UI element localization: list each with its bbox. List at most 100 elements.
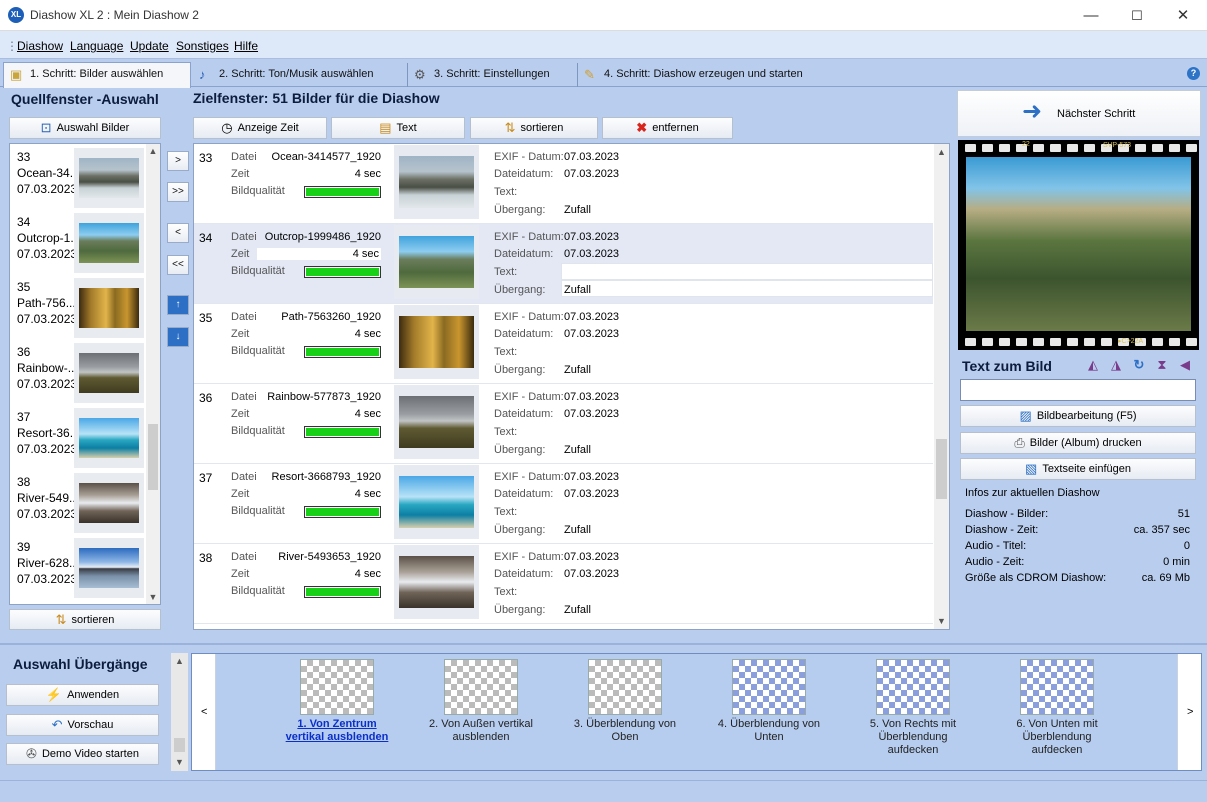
select-images-button[interactable]: ⊡ Auswahl Bilder (9, 117, 161, 139)
transition-value[interactable]: Zufall (564, 204, 591, 216)
insert-textpage-button[interactable]: ▧ Textseite einfügen (960, 458, 1196, 480)
transitions-next-button[interactable]: > (1177, 654, 1201, 770)
transition-item[interactable]: 6. Von Unten mit Überblendung aufdecken (997, 659, 1117, 757)
file-label: Datei (231, 391, 257, 403)
tab-step-2[interactable]: ♪ 2. Schritt: Ton/Musik auswählen (193, 63, 408, 87)
maximize-button[interactable]: ☐ (1114, 0, 1160, 31)
menu-language[interactable]: Language (70, 39, 123, 53)
remove-one-button[interactable]: < (167, 223, 189, 243)
transitions-prev-button[interactable]: < (192, 654, 216, 770)
time-value[interactable]: 4 sec (355, 568, 381, 580)
scroll-up-icon[interactable]: ▲ (146, 146, 160, 156)
scroll-down-icon[interactable]: ▼ (171, 757, 188, 767)
table-row[interactable]: 35 Datei Path-7563260_1920 Zeit 4 sec Bildqua… (194, 304, 933, 384)
scroll-down-icon[interactable]: ▼ (934, 616, 949, 626)
tab-step-3[interactable]: ⚙ 3. Schritt: Einstellungen (408, 63, 578, 87)
transition-value[interactable]: Zufall (564, 524, 591, 536)
source-item[interactable]: 33 Ocean-34... 07.03.2023 (10, 146, 146, 211)
source-scrollbar[interactable]: ▲ ▼ (146, 144, 160, 604)
add-one-button[interactable]: > (167, 151, 189, 171)
next-step-label: Nächster Schritt (1057, 108, 1136, 120)
tab-step-4[interactable]: ✎ 4. Schritt: Diashow erzeugen und start… (578, 63, 838, 87)
menu-diashow[interactable]: Diashow (17, 39, 63, 53)
tab-step-1[interactable]: ▣ 1. Schritt: Bilder auswählen (3, 62, 191, 88)
source-item[interactable]: 38 River-549... 07.03.2023 (10, 471, 146, 536)
time-value[interactable]: 4 sec (257, 248, 381, 260)
menu-sonstiges[interactable]: Sonstiges (176, 39, 229, 53)
transition-value[interactable]: Zufall (564, 604, 591, 616)
menu-update[interactable]: Update (130, 39, 169, 53)
menu-hilfe[interactable]: Hilfe (234, 39, 258, 53)
transition-item[interactable]: 4. Überblendung von Unten (709, 659, 829, 744)
table-row[interactable]: 37 Datei Resort-3668793_1920 Zeit 4 sec Bildq… (194, 464, 933, 544)
scroll-down-icon[interactable]: ▼ (146, 592, 160, 602)
close-button[interactable]: ✕ (1160, 0, 1206, 31)
rotate-icon[interactable]: ↻ (1130, 356, 1148, 374)
help-icon[interactable]: ? (1187, 67, 1200, 80)
transition-item[interactable]: 1. Von Zentrum vertikal ausblenden (277, 659, 397, 744)
table-row[interactable]: 33 Datei Ocean-3414577_1920 Zeit 4 sec Bildqu… (194, 144, 933, 224)
time-value[interactable]: 4 sec (355, 488, 381, 500)
table-row[interactable]: 34 Datei Outcrop-1999486_1920 Zeit 4 sec Bild… (194, 224, 933, 304)
transition-value[interactable]: Zufall (564, 284, 591, 296)
row-text-field[interactable] (561, 263, 933, 280)
image-text-input[interactable] (960, 379, 1196, 401)
exif-value: 07.03.2023 (564, 391, 620, 403)
transitions-gallery[interactable]: < 1. Von Zentrum vertikal ausblenden 2. V… (191, 653, 1202, 771)
source-item[interactable]: 36 Rainbow-... 07.03.2023 (10, 341, 146, 406)
table-row[interactable]: 36 Datei Rainbow-577873_1920 Zeit 4 sec Bildq… (194, 384, 933, 464)
transition-item[interactable]: 2. Von Außen vertikal ausblenden (421, 659, 541, 744)
row-thumbnail (394, 225, 479, 299)
transition-value[interactable]: Zufall (564, 444, 591, 456)
preview-button[interactable]: ↶ Vorschau (6, 714, 159, 736)
transition-value[interactable]: Zufall (564, 364, 591, 376)
apply-button[interactable]: ⚡ Anwenden (6, 684, 159, 706)
source-item[interactable]: 39 River-628... 07.03.2023 (10, 536, 146, 601)
minimize-button[interactable]: — (1068, 0, 1114, 31)
scroll-thumb[interactable] (148, 424, 158, 490)
film-sprocket (1186, 144, 1197, 152)
scroll-up-icon[interactable]: ▲ (171, 656, 188, 666)
flip-left-icon[interactable]: ◭ (1084, 356, 1102, 374)
time-value[interactable]: 4 sec (355, 328, 381, 340)
exif-label: EXIF - Datum: (494, 551, 564, 563)
film-reel-icon: ✇ (26, 746, 37, 761)
source-sort-button[interactable]: ⇅ sortieren (9, 609, 161, 630)
demo-video-button[interactable]: ✇ Demo Video starten (6, 743, 159, 765)
quality-label: Bildqualität (231, 505, 285, 517)
transition-item[interactable]: 3. Überblendung von Oben (565, 659, 685, 744)
source-list[interactable]: 33 Ocean-34... 07.03.2023 34 Outcrop-1..… (9, 143, 161, 605)
source-item[interactable]: 37 Resort-36... 07.03.2023 (10, 406, 146, 471)
flip-right-icon[interactable]: ◮ (1107, 356, 1125, 374)
mirror-vertical-icon[interactable]: ◀ (1176, 356, 1194, 374)
row-transition-field[interactable] (561, 280, 933, 297)
move-up-icon[interactable]: ↑ (167, 295, 189, 315)
source-item-name: Path-756... (17, 296, 76, 310)
target-list[interactable]: 33 Datei Ocean-3414577_1920 Zeit 4 sec Bildqu… (193, 143, 950, 630)
remove-all-button[interactable]: << (167, 255, 189, 275)
transitions-scrollbar[interactable]: ▲ ▼ (171, 653, 188, 771)
add-all-button[interactable]: >> (167, 182, 189, 202)
text-label: Text: (494, 586, 518, 598)
display-time-button[interactable]: ◷ Anzeige Zeit (193, 117, 327, 139)
remove-button[interactable]: ✖ entfernen (602, 117, 733, 139)
mirror-horizontal-icon[interactable]: ⧗ (1153, 356, 1171, 374)
source-item[interactable]: 35 Path-756... 07.03.2023 (10, 276, 146, 341)
target-scrollbar[interactable]: ▲ ▼ (934, 144, 949, 629)
scroll-thumb[interactable] (174, 738, 185, 752)
print-album-button[interactable]: ⎙ Bilder (Album) drucken (960, 432, 1196, 454)
source-item[interactable]: 34 Outcrop-1... 07.03.2023 (10, 211, 146, 276)
scroll-up-icon[interactable]: ▲ (934, 147, 949, 157)
source-sort-label: sortieren (71, 613, 115, 626)
film-sprocket (1050, 338, 1061, 346)
target-sort-button[interactable]: ⇅ sortieren (470, 117, 598, 139)
next-step-button[interactable]: ➜ Nächster Schritt (957, 90, 1201, 137)
image-edit-button[interactable]: ▨ Bildbearbeitung (F5) (960, 405, 1196, 427)
text-button[interactable]: ▤ Text (331, 117, 465, 139)
scroll-thumb[interactable] (936, 439, 947, 499)
table-row[interactable]: 38 Datei River-5493653_1920 Zeit 4 sec Bildqu… (194, 544, 933, 624)
move-down-icon[interactable]: ↓ (167, 327, 189, 347)
time-value[interactable]: 4 sec (355, 168, 381, 180)
transition-item[interactable]: 5. Von Rechts mit Überblendung aufdecken (853, 659, 973, 757)
time-value[interactable]: 4 sec (355, 408, 381, 420)
